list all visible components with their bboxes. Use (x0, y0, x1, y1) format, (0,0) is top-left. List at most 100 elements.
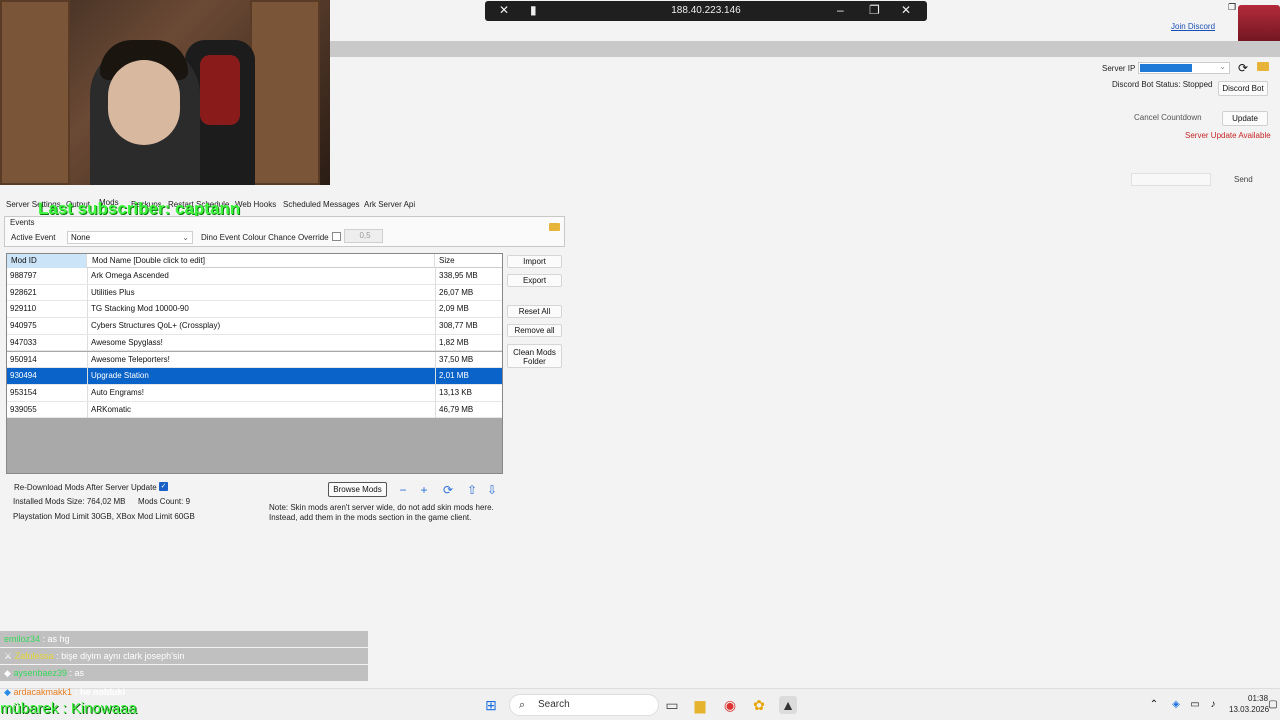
file-explorer-icon[interactable]: ▆ (691, 696, 709, 714)
chat-text: : as hg (42, 634, 70, 644)
mod-id-cell: 953154 (10, 387, 37, 397)
table-row[interactable]: 947033 Awesome Spyglass! 1,82 MB (7, 334, 502, 352)
mod-id-cell: 947033 (10, 337, 37, 347)
dino-colour-label: Dino Event Colour Chance Override (201, 233, 329, 242)
remove-mod-icon[interactable]: − (396, 483, 410, 497)
mod-name-cell: Utilities Plus (87, 284, 435, 301)
mod-size-cell: 13,13 KB (435, 384, 502, 401)
chat-text: : as (69, 668, 85, 678)
notification-icon[interactable]: ▢ (1264, 696, 1280, 714)
remove-all-button[interactable]: Remove all (507, 324, 562, 337)
discord-bot-status: Discord Bot Status: Stopped (1112, 80, 1213, 89)
folder-icon[interactable] (549, 223, 560, 231)
mod-name-cell: ARKomatic (87, 401, 435, 418)
taskbar-search[interactable]: ⌕ Search (509, 694, 659, 716)
col-mod-id[interactable]: Mod ID (7, 254, 87, 268)
table-row[interactable]: 930494 Upgrade Station 2,01 MB (7, 368, 502, 385)
mod-name-cell: Cybers Structures QoL+ (Crossplay) (87, 318, 435, 335)
mod-size-cell: 338,95 MB (435, 268, 502, 284)
badge-icon: ◆ (4, 668, 11, 678)
mod-limit-text: Playstation Mod Limit 30GB, XBox Mod Lim… (13, 512, 195, 521)
table-row[interactable]: 928621 Utilities Plus 26,07 MB (7, 284, 502, 302)
clean-mods-label: Clean Mods (513, 348, 556, 357)
add-mod-icon[interactable]: + (417, 483, 431, 497)
chat-user: Zafulessa (14, 651, 54, 661)
dino-chance-input[interactable]: 0,5 (344, 229, 383, 243)
mod-name-cell: Auto Engrams! (87, 384, 435, 401)
app-icon[interactable]: ✿ (750, 696, 768, 714)
update-available-text: Server Update Available (1185, 131, 1271, 140)
redownload-label: Re-Download Mods After Server Update (14, 483, 157, 492)
tab-ark-server-api[interactable]: Ark Server Api (364, 200, 415, 209)
minimize-icon[interactable]: – (837, 3, 844, 17)
header-strip (330, 41, 1280, 57)
mod-size-cell: 2,01 MB (435, 368, 502, 385)
folder-icon[interactable] (1257, 62, 1269, 71)
mod-size-cell: 26,07 MB (435, 284, 502, 301)
chat-text: : bişe diyim aynı clark joseph'sin (56, 651, 185, 661)
tab-web-hooks[interactable]: Web Hooks (235, 200, 276, 209)
browse-mods-button[interactable]: Browse Mods (328, 482, 387, 497)
discord-bot-button[interactable]: Discord Bot (1218, 81, 1268, 96)
mod-size-cell: 46,79 MB (435, 401, 502, 418)
move-up-icon[interactable]: ⇧ (465, 483, 479, 497)
export-button[interactable]: Export (507, 274, 562, 287)
window-restore-icon[interactable]: ❐ (1228, 2, 1236, 13)
tab-scheduled-messages[interactable]: Scheduled Messages (283, 200, 360, 209)
installed-size: Installed Mods Size: 764,02 MB (13, 497, 126, 506)
table-row[interactable]: 939055 ARKomatic 46,79 MB (7, 401, 502, 419)
mod-name-cell: Awesome Spyglass! (87, 334, 435, 351)
mods-table[interactable]: Mod ID Mod Name [Double click to edit] S… (6, 253, 503, 474)
import-button[interactable]: Import (507, 255, 562, 268)
ark-manager-icon[interactable]: ▲ (779, 696, 797, 714)
search-icon: ⌕ (519, 699, 526, 711)
join-discord-link[interactable]: Join Discord (1171, 22, 1215, 31)
mods-count: Mods Count: 9 (138, 497, 191, 506)
mod-size-cell: 2,09 MB (435, 301, 502, 318)
table-row[interactable]: 953154 Auto Engrams! 13,13 KB (7, 384, 502, 402)
chrome-icon[interactable]: ◉ (721, 696, 739, 714)
refresh-icon[interactable]: ⟳ (1238, 61, 1248, 75)
message-select[interactable] (1131, 173, 1211, 186)
table-row[interactable]: 940975 Cybers Structures QoL+ (Crossplay)… (7, 318, 502, 335)
chevron-down-icon: ⌄ (182, 233, 189, 242)
skin-mods-note-1: Note: Skin mods aren't server wide, do n… (269, 503, 494, 512)
table-row[interactable]: 988797 Ark Omega Ascended 338,95 MB (7, 268, 502, 285)
active-event-value: None (71, 233, 91, 242)
chat-message: ⚔ Zafulessa : bişe diyim aynı clark jose… (0, 648, 368, 664)
redownload-checkbox[interactable]: ✓ (159, 482, 168, 491)
mod-id-cell: 950914 (10, 354, 37, 364)
volume-icon[interactable]: ♪ (1204, 696, 1222, 714)
mod-name-cell: Upgrade Station (87, 368, 435, 385)
update-button[interactable]: Update (1222, 111, 1268, 126)
chat-user: ardacakmakk1 (13, 687, 72, 697)
tray-app-icon[interactable]: ◈ (1167, 696, 1185, 714)
refresh-mods-icon[interactable]: ⟳ (441, 483, 455, 497)
table-row[interactable]: 950914 Awesome Teleporters! 37,50 MB (7, 351, 502, 369)
chat-message: ◆ aysenbaez39 : as (0, 665, 368, 681)
search-label: Search (538, 699, 570, 710)
network-icon[interactable]: ▭ (1186, 696, 1204, 714)
col-size[interactable]: Size (435, 254, 502, 268)
task-view-icon[interactable]: ▭ (663, 696, 681, 714)
clean-mods-folder-button[interactable]: Clean Mods Folder (507, 344, 562, 368)
close-icon[interactable]: ✕ (901, 3, 911, 17)
active-event-select[interactable]: None ⌄ (67, 231, 193, 244)
table-row[interactable]: 929110 TG Stacking Mod 10000-90 2,09 MB (7, 301, 502, 319)
cancel-countdown-button[interactable]: Cancel Countdown (1134, 113, 1202, 122)
send-button[interactable]: Send (1234, 175, 1253, 184)
tray-chevron-icon[interactable]: ⌃ (1145, 696, 1163, 714)
mod-id-cell: 939055 (10, 404, 37, 414)
dino-override-checkbox[interactable] (332, 232, 341, 241)
webcam-overlay (0, 0, 330, 185)
chat-user: aysenbaez39 (13, 668, 67, 678)
server-ip-label: Server IP (1102, 64, 1136, 73)
move-down-icon[interactable]: ⇩ (485, 483, 499, 497)
mod-id-cell: 930494 (10, 371, 37, 381)
reset-all-button[interactable]: Reset All (507, 305, 562, 318)
restore-icon[interactable]: ❐ (869, 3, 880, 17)
server-ip-select[interactable]: ⌄ (1138, 62, 1230, 74)
col-mod-name[interactable]: Mod Name [Double click to edit] (87, 254, 435, 268)
chat-user: emiloz34 (4, 634, 41, 644)
start-icon[interactable]: ⊞ (482, 696, 500, 714)
